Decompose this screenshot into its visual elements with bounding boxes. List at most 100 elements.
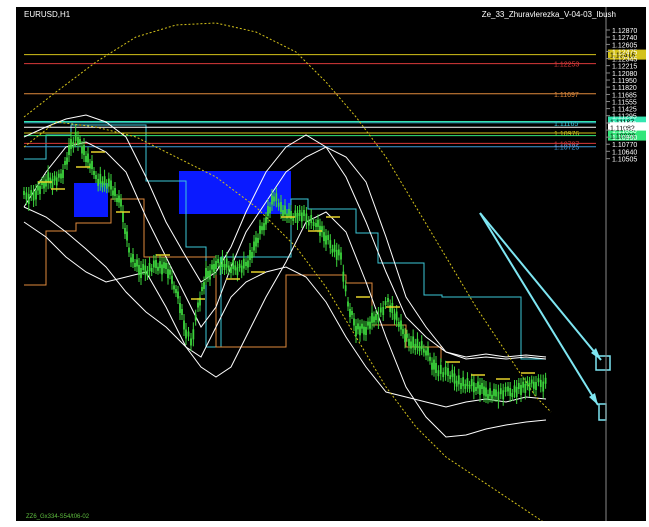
price-chart[interactable]: 1.124181.122531.116971.111871.111651.110… [16,7,646,521]
candle-body [51,179,54,189]
candle-body [81,146,83,154]
candle-body [138,265,140,275]
price-tick-label: 1.10640 [612,149,637,156]
price-tick-label: 1.12605 [612,42,637,49]
candle-body [539,379,542,387]
candle-body [93,171,95,175]
candle-body [68,145,70,155]
candle-body [389,305,392,312]
candle-body [37,185,39,191]
candle-body [23,191,25,195]
candle-body [77,137,79,145]
candle-body [375,314,377,320]
candle-body [70,139,72,149]
candle-body [152,260,155,268]
candle-body [227,265,230,271]
candle-body [247,260,249,268]
candle-body [495,389,497,397]
candle-body [132,254,134,262]
candle-body [369,321,371,329]
candle-body [273,196,275,202]
candle-body [449,375,452,380]
candle-body [528,382,531,391]
candle-body [261,226,263,231]
candle-body [161,264,163,275]
price-level-label: 1.10725 [554,145,579,152]
candle-body [130,257,132,263]
candle-body [444,366,447,375]
price-tick-label: 1.10900 [612,135,637,142]
candle-body [460,383,462,389]
candle-body [477,381,479,389]
candle-body [379,307,382,313]
candle-body [32,191,35,201]
chart-window: 1.124181.122531.116971.111871.111651.110… [0,0,649,527]
candle-body [504,386,507,392]
candle-body [317,219,319,227]
candle-body [107,178,110,187]
candle-body [187,331,190,337]
candle-body [171,275,173,284]
candle-body [453,373,456,384]
candle-body [367,321,369,326]
candle-body [209,270,211,280]
candle-body [263,223,265,231]
candle-body [242,258,245,269]
candle-body [197,302,199,308]
candle-body [140,268,142,278]
candle-body [79,139,81,143]
candle-body [232,259,235,269]
candle-body [303,210,305,216]
candle-body [234,265,237,271]
candle-body [333,244,336,252]
candle-body [466,378,469,387]
candle-body [112,190,114,196]
candle-body [437,370,440,377]
candle-body [136,259,138,267]
price-tick-label: 1.11295 [612,114,637,121]
price-tick-label: 1.12080 [612,71,637,78]
candle-body [238,263,241,268]
candle-body [217,259,220,263]
candle-body [236,267,239,276]
candle-body [470,379,473,387]
candle-body [481,383,483,389]
candle-body [544,377,547,384]
price-tick-label: 1.10770 [612,142,637,149]
candle-body [513,385,516,393]
lower-step-channel [24,198,442,362]
candle-body [284,205,286,215]
candle-body [213,264,215,272]
candle-body [280,202,282,212]
candle-body [325,235,327,245]
candle-body [483,386,485,396]
candle-body [62,170,64,178]
candle-body [271,195,273,205]
candle-body [420,341,423,350]
candle-body [535,382,537,390]
candle-body [259,225,261,234]
candle-body [245,262,247,266]
candle-body [509,388,512,396]
candle-body [371,312,373,323]
candle-body [282,210,284,216]
candle-body [373,316,375,323]
price-tick-label: 1.12870 [612,28,637,35]
candle-body [526,380,529,386]
price-tick-label: 1.12740 [612,35,637,42]
chart-area[interactable]: 1.124181.122531.116971.111871.111651.110… [16,7,646,521]
candle-body [251,252,253,258]
candle-body [144,265,147,275]
upper-step-channel [24,124,546,360]
candle-body [530,379,533,384]
candle-body [387,298,389,302]
candle-body [167,269,169,279]
outer-lower-band [23,206,547,438]
candle-body [416,338,419,348]
price-level-label: 1.12253 [554,62,579,69]
candle-body [64,161,66,165]
candle-body [57,173,60,178]
price-tick-label: 1.11160 [612,121,636,128]
candle-body [493,388,495,396]
candle-body [101,181,104,188]
